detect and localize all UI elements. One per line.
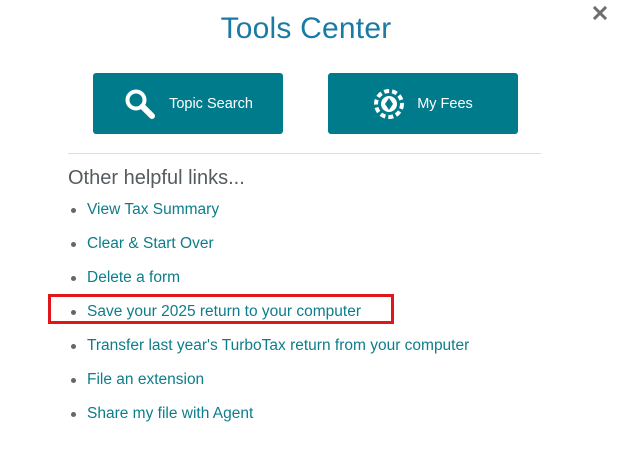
file-extension-link[interactable]: File an extension: [87, 371, 204, 389]
fees-icon: [373, 88, 405, 120]
bullet: [71, 377, 76, 383]
clear-start-over-link[interactable]: Clear & Start Over: [87, 235, 214, 253]
save-return-link[interactable]: Save your 2025 return to your computer: [87, 303, 361, 321]
list-item: Share my file with Agent: [68, 397, 469, 431]
links-heading: Other helpful links...: [68, 167, 245, 189]
helpful-links-list: View Tax Summary Clear & Start Over Dele…: [68, 193, 469, 431]
bullet: [71, 275, 76, 281]
bullet: [71, 343, 76, 349]
divider: [68, 153, 541, 154]
list-item: Transfer last year's TurboTax return fro…: [68, 329, 469, 363]
bullet: [71, 309, 76, 315]
list-item: Clear & Start Over: [68, 227, 469, 261]
tools-center-dialog: Tools Center Topic Search My Fees Other …: [0, 0, 618, 473]
list-item: Save your 2025 return to your computer: [68, 295, 469, 329]
bullet: [71, 207, 76, 213]
transfer-return-link[interactable]: Transfer last year's TurboTax return fro…: [87, 337, 469, 355]
list-item: Delete a form: [68, 261, 469, 295]
delete-form-link[interactable]: Delete a form: [87, 269, 180, 287]
magnifier-icon: [123, 87, 157, 121]
share-file-link[interactable]: Share my file with Agent: [87, 405, 253, 423]
list-item: File an extension: [68, 363, 469, 397]
bullet: [71, 241, 76, 247]
view-tax-summary-link[interactable]: View Tax Summary: [87, 201, 219, 219]
bullet: [71, 411, 76, 417]
dialog-title: Tools Center: [220, 12, 392, 45]
my-fees-label: My Fees: [417, 95, 473, 112]
list-item: View Tax Summary: [68, 193, 469, 227]
my-fees-button[interactable]: My Fees: [328, 73, 518, 134]
topic-search-label: Topic Search: [169, 95, 253, 112]
topic-search-button[interactable]: Topic Search: [93, 73, 283, 134]
